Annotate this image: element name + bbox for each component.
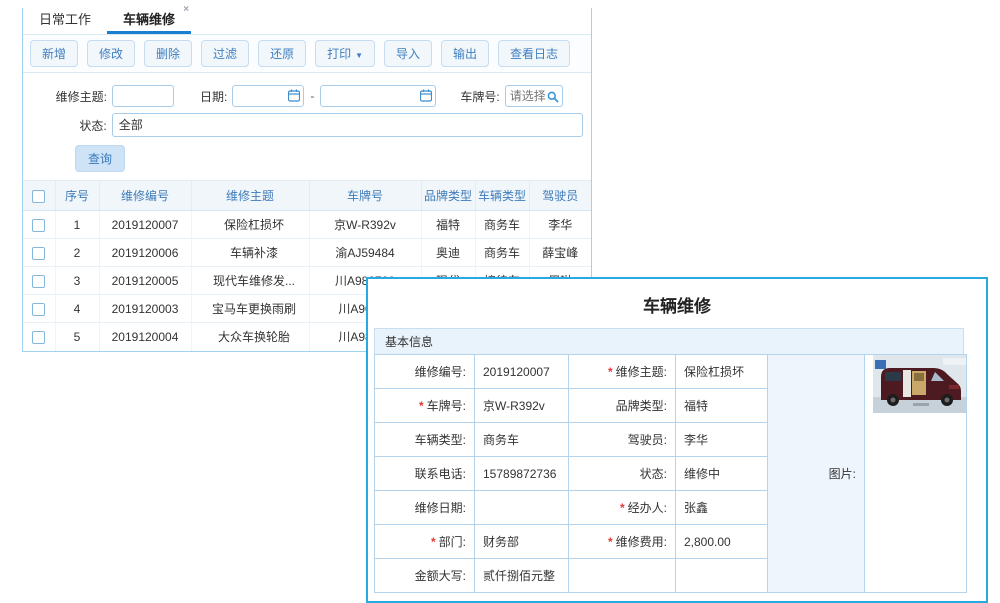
table-header-row: 序号 维修编号 维修主题 车牌号 品牌类型 车辆类型 驾驶员 xyxy=(23,181,591,211)
search-icon[interactable] xyxy=(547,90,559,108)
field-value-subject: 保险杠损坏 xyxy=(676,355,768,389)
detail-title: 车辆维修 xyxy=(368,279,986,328)
field-label-repair-no: 维修编号: xyxy=(375,355,475,389)
field-value-empty xyxy=(676,559,768,593)
restore-button[interactable]: 还原 xyxy=(258,40,306,67)
field-label-empty xyxy=(569,559,676,593)
basic-info-header: 基本信息 xyxy=(374,328,964,354)
field-label-vehicle-type: 车辆类型: xyxy=(375,423,475,457)
field-value-brand: 福特 xyxy=(676,389,768,423)
col-header-brand: 品牌类型 xyxy=(421,181,475,211)
table-row[interactable]: 1 2019120007 保险杠损坏 京W-R392v 福特 商务车 李华 xyxy=(23,211,591,239)
required-marker: * xyxy=(608,365,613,379)
add-button[interactable]: 新增 xyxy=(30,40,78,67)
field-value-driver: 李华 xyxy=(676,423,768,457)
detail-form: 维修编号: 2019120007 *维修主题: 保险杠损坏 图片: xyxy=(374,354,967,593)
edit-button[interactable]: 修改 xyxy=(87,40,135,67)
toolbar: 新增 修改 删除 过滤 还原 打印▼ 导入 输出 查看日志 xyxy=(23,35,591,73)
field-value-phone: 15789872736 xyxy=(475,457,569,491)
subject-input[interactable] xyxy=(112,85,174,107)
plate-label: 车牌号: xyxy=(460,88,499,105)
status-label: 状态: xyxy=(31,117,107,134)
field-label-department: *部门: xyxy=(375,525,475,559)
required-marker: * xyxy=(431,535,436,549)
filter-button[interactable]: 过滤 xyxy=(201,40,249,67)
chevron-down-icon: ▼ xyxy=(355,51,363,60)
required-marker: * xyxy=(620,501,625,515)
repair-detail-window: 车辆维修 基本信息 维修编号: 2019120007 *维修主题: 保险杠损坏 … xyxy=(366,277,988,603)
table-row[interactable]: 2 2019120006 车辆补漆 渝AJ59484 奥迪 商务车 薛宝峰 xyxy=(23,239,591,267)
image-label: 图片: xyxy=(768,355,865,593)
date-label: 日期: xyxy=(200,88,227,105)
field-label-brand: 品牌类型: xyxy=(569,389,676,423)
field-label-plate: *车牌号: xyxy=(375,389,475,423)
field-label-phone: 联系电话: xyxy=(375,457,475,491)
required-marker: * xyxy=(608,535,613,549)
calendar-icon[interactable] xyxy=(288,89,300,107)
export-button[interactable]: 输出 xyxy=(441,40,489,67)
col-header-seq: 序号 xyxy=(55,181,99,211)
tab-bar: 日常工作 车辆维修 × xyxy=(23,8,591,35)
basic-info-group: 基本信息 维修编号: 2019120007 *维修主题: 保险杠损坏 图片: xyxy=(374,328,964,593)
field-label-driver: 驾驶员: xyxy=(569,423,676,457)
field-label-handler: *经办人: xyxy=(569,491,676,525)
field-label-cost: *维修费用: xyxy=(569,525,676,559)
row-checkbox[interactable] xyxy=(32,331,45,344)
row-checkbox[interactable] xyxy=(32,275,45,288)
filter-panel: 维修主题: 日期: - 车牌号: xyxy=(23,73,591,180)
delete-button[interactable]: 删除 xyxy=(144,40,192,67)
view-log-button[interactable]: 查看日志 xyxy=(498,40,570,67)
required-marker: * xyxy=(419,399,424,413)
row-checkbox[interactable] xyxy=(32,219,45,232)
row-checkbox[interactable] xyxy=(32,247,45,260)
field-value-department: 财务部 xyxy=(475,525,569,559)
field-label-subject: *维修主题: xyxy=(569,355,676,389)
tab-daily-work[interactable]: 日常工作 xyxy=(23,4,107,34)
print-button[interactable]: 打印▼ xyxy=(315,40,375,67)
field-label-repair-date: 维修日期: xyxy=(375,491,475,525)
close-icon[interactable]: × xyxy=(183,5,189,15)
field-label-status: 状态: xyxy=(569,457,676,491)
subject-label: 维修主题: xyxy=(31,88,107,105)
field-value-handler: 张鑫 xyxy=(676,491,768,525)
field-value-repair-no: 2019120007 xyxy=(475,355,569,389)
field-value-plate: 京W-R392v xyxy=(475,389,569,423)
status-select[interactable]: 全部 xyxy=(112,113,583,137)
field-label-amount-words: 金额大写: xyxy=(375,559,475,593)
col-header-type: 车辆类型 xyxy=(475,181,529,211)
image-cell xyxy=(865,355,967,593)
vehicle-photo xyxy=(873,355,967,413)
select-all-checkbox[interactable] xyxy=(32,190,45,203)
field-value-repair-date xyxy=(475,491,569,525)
col-header-subject: 维修主题 xyxy=(191,181,309,211)
field-value-vehicle-type: 商务车 xyxy=(475,423,569,457)
calendar-icon[interactable] xyxy=(420,89,432,107)
field-value-cost: 2,800.00 xyxy=(676,525,768,559)
col-header-plate: 车牌号 xyxy=(309,181,421,211)
col-header-driver: 驾驶员 xyxy=(529,181,591,211)
tab-vehicle-repair[interactable]: 车辆维修 × xyxy=(107,4,191,34)
field-value-status: 维修中 xyxy=(676,457,768,491)
date-range-separator: - xyxy=(310,89,314,103)
query-button[interactable]: 查询 xyxy=(75,145,125,172)
date-to-input[interactable] xyxy=(320,85,436,107)
field-value-amount-words: 贰仟捌佰元整 xyxy=(475,559,569,593)
col-header-repair-no: 维修编号 xyxy=(99,181,191,211)
row-checkbox[interactable] xyxy=(32,303,45,316)
import-button[interactable]: 导入 xyxy=(384,40,432,67)
